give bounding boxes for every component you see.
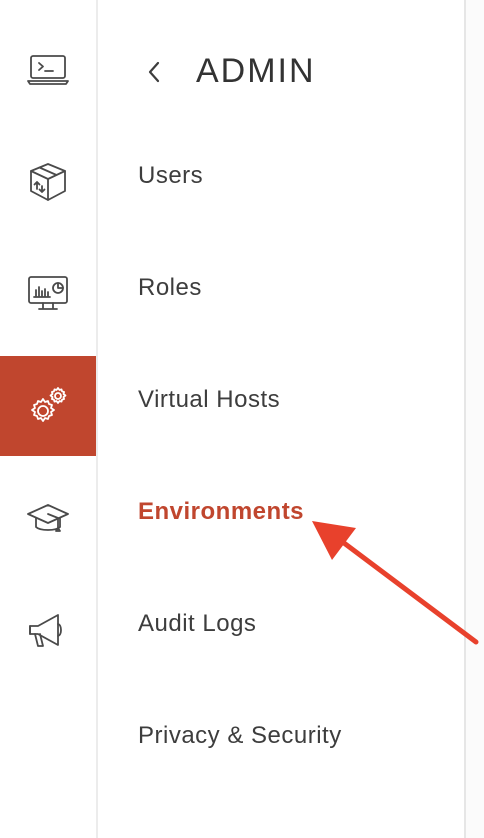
package-box-icon: [30, 163, 66, 201]
gears-settings-icon: [31, 387, 67, 422]
rail-item-admin[interactable]: [0, 356, 96, 456]
chevron-left-icon: [148, 61, 160, 83]
rail-item-announcements[interactable]: [0, 580, 96, 680]
menu-item-users[interactable]: Users: [138, 162, 203, 190]
rail-item-learning[interactable]: [0, 468, 96, 568]
menu-item-virtual-hosts[interactable]: Virtual Hosts: [138, 386, 280, 414]
page-title: ADMIN: [196, 52, 316, 90]
menu-item-audit-logs[interactable]: Audit Logs: [138, 610, 256, 638]
graduation-cap-icon: [27, 504, 69, 532]
panel-header: ADMIN: [98, 40, 464, 104]
icon-rail: [0, 0, 98, 838]
rail-item-terminal[interactable]: [0, 20, 96, 120]
terminal-laptop-icon: [27, 55, 69, 85]
menu-item-roles[interactable]: Roles: [138, 274, 202, 302]
rail-item-packages[interactable]: [0, 132, 96, 232]
monitor-dashboard-icon: [28, 276, 68, 310]
menu-item-environments[interactable]: Environments: [138, 498, 304, 526]
rail-item-dashboard[interactable]: [0, 244, 96, 344]
menu-item-privacy-security[interactable]: Privacy & Security: [138, 722, 342, 750]
content-area-edge: [466, 0, 484, 838]
megaphone-icon: [29, 614, 62, 647]
back-button[interactable]: [142, 58, 166, 86]
admin-panel: ADMIN Users Roles Virtual Hosts Environm…: [98, 0, 464, 838]
